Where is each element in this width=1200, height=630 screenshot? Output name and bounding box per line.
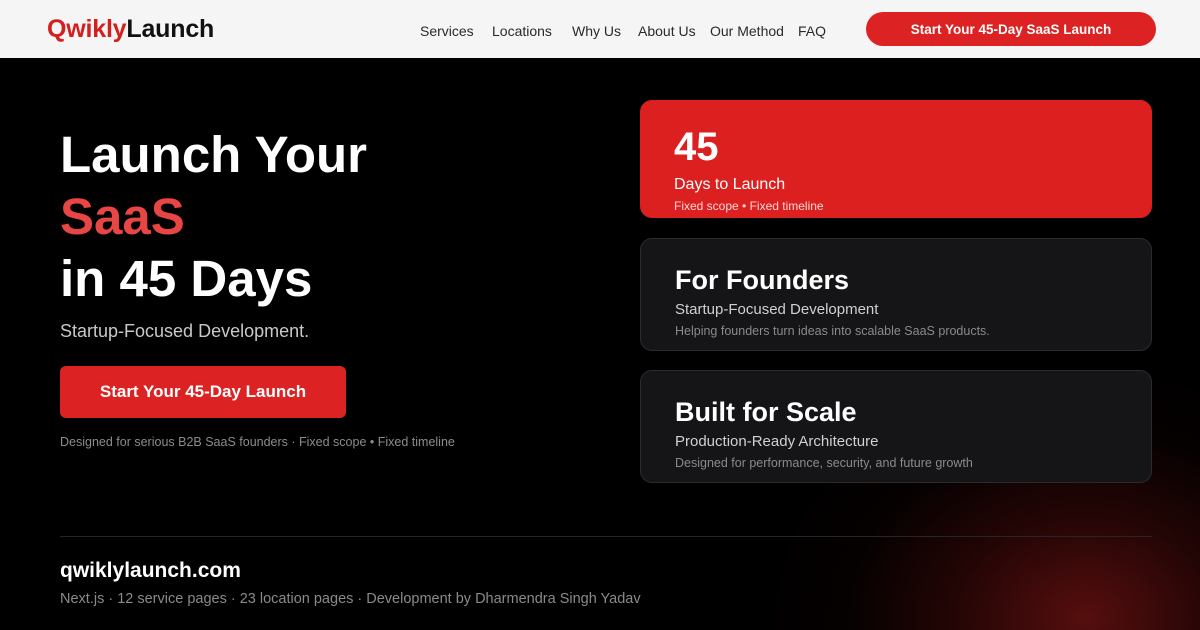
hero-cta-button[interactable]: Start Your 45-Day Launch: [60, 366, 346, 418]
nav-why-us[interactable]: Why Us: [572, 23, 621, 39]
days-to-launch-card: 45 Days to Launch Fixed scope • Fixed ti…: [640, 100, 1152, 218]
nav-services[interactable]: Services: [420, 23, 474, 39]
hero-subtitle: Startup-Focused Development.: [60, 321, 310, 341]
card-subtitle: Production-Ready Architecture: [675, 433, 879, 450]
hero-section: Launch Your SaaS in 45 Days Startup-Focu…: [0, 58, 1200, 630]
logo[interactable]: QwiklyLaunch: [47, 14, 214, 44]
card-title: For Founders: [675, 265, 849, 295]
footer-divider: [60, 536, 1152, 537]
hero-title-line1: Launch Your: [60, 126, 367, 183]
hero-note: Designed for serious B2B SaaS founders ·…: [60, 435, 455, 449]
header-cta-button[interactable]: Start Your 45-Day SaaS Launch: [866, 12, 1156, 46]
nav-faq[interactable]: FAQ: [798, 23, 826, 39]
card-description: Designed for performance, security, and …: [675, 456, 973, 470]
card-stat-label: Days to Launch: [674, 176, 786, 193]
nav-our-method[interactable]: Our Method: [710, 23, 784, 39]
nav-about-us[interactable]: About Us: [638, 23, 696, 39]
card-description: Helping founders turn ideas into scalabl…: [675, 324, 990, 338]
hero-title-line3: in 45 Days: [60, 250, 313, 307]
logo-part-qwikly: Qwikly: [47, 15, 127, 43]
card-stat-caption: Fixed scope • Fixed timeline: [674, 199, 824, 213]
nav-locations[interactable]: Locations: [492, 23, 552, 39]
built-for-scale-card: Built for Scale Production-Ready Archite…: [640, 370, 1152, 483]
site-header: QwiklyLaunch Services Locations Why Us A…: [0, 0, 1200, 58]
page: QwiklyLaunch Services Locations Why Us A…: [0, 0, 1200, 630]
for-founders-card: For Founders Startup-Focused Development…: [640, 238, 1152, 351]
logo-part-launch: Launch: [126, 15, 215, 43]
card-title: Built for Scale: [675, 397, 857, 427]
footer-domain[interactable]: qwiklylaunch.com: [60, 559, 241, 583]
card-subtitle: Startup-Focused Development: [675, 301, 879, 318]
hero-title: Launch Your SaaS in 45 Days: [60, 124, 367, 310]
footer-meta: Next.js · 12 service pages · 23 location…: [60, 591, 641, 607]
card-stat-number: 45: [674, 125, 719, 169]
hero-title-accent: SaaS: [60, 188, 185, 245]
